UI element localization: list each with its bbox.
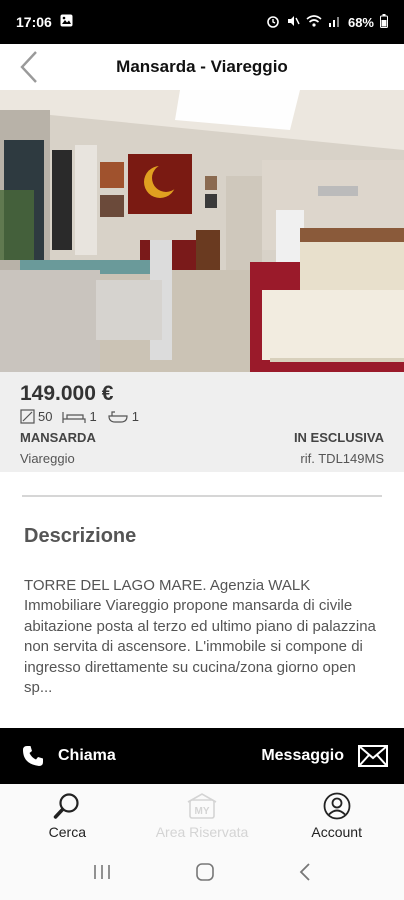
battery-icon: [380, 13, 388, 31]
phone-icon: [23, 746, 43, 766]
back-icon: [300, 862, 310, 881]
bathrooms-value: 1: [131, 409, 139, 424]
listing-info: 149.000 € 50 1 1 MANSARDA Viareggio IN E…: [0, 372, 404, 472]
my-area-icon: MY: [187, 793, 217, 819]
bottom-navigation: Cerca MY Area Riservata Account: [0, 784, 404, 848]
nav-label-cerca: Cerca: [48, 824, 87, 840]
alarm-icon: [266, 14, 280, 31]
message-label: Messaggio: [261, 747, 344, 764]
listing-features: 50 1 1: [20, 409, 139, 424]
system-navigation: [0, 848, 404, 900]
reference-code: rif. TDL149MS: [300, 451, 384, 466]
call-button[interactable]: Chiama: [22, 745, 116, 767]
wifi-icon: [306, 14, 322, 31]
gallery-notification-icon: [60, 14, 73, 30]
description-text: TORRE DEL LAGO MARE. Agenzia WALK Immobi…: [24, 577, 376, 697]
recent-apps-button[interactable]: [92, 863, 112, 886]
my-area-badge: MY: [195, 806, 210, 817]
status-bar: 17:06 68%: [0, 0, 404, 44]
back-button[interactable]: [12, 50, 46, 84]
bedroom-feature: 1: [62, 409, 97, 424]
mute-icon: [286, 14, 300, 31]
listing-price: 149.000 €: [20, 382, 114, 405]
recent-apps-icon: [93, 864, 110, 879]
message-button[interactable]: Messaggio: [261, 745, 388, 767]
chevron-left-icon: [20, 51, 37, 83]
property-type: MANSARDA: [20, 430, 96, 445]
area-feature: 50: [20, 409, 52, 424]
call-label: Chiama: [58, 747, 116, 764]
app-header: Mansarda - Viareggio: [0, 44, 404, 90]
nav-item-cerca[interactable]: Cerca: [0, 784, 135, 848]
property-city: Viareggio: [20, 451, 75, 466]
bed-icon: [62, 412, 87, 423]
bathroom-feature: 1: [107, 409, 139, 424]
search-icon: [54, 793, 79, 819]
home-icon: [196, 862, 214, 881]
bedrooms-value: 1: [89, 409, 97, 424]
nav-item-account[interactable]: Account: [269, 784, 404, 848]
area-icon: [20, 409, 35, 424]
area-value: 50: [38, 409, 53, 424]
contact-action-bar: Chiama Messaggio: [0, 728, 404, 784]
battery-level: 68%: [347, 14, 374, 30]
nav-item-area-riservata[interactable]: MY Area Riservata: [135, 784, 270, 848]
system-back-button[interactable]: [298, 862, 312, 887]
page-title: Mansarda - Viareggio: [116, 57, 288, 76]
listing-photo[interactable]: [0, 90, 404, 372]
section-divider: [22, 495, 382, 497]
bathtub-icon: [108, 411, 128, 423]
mail-icon: [358, 745, 388, 767]
signal-icon: [328, 14, 342, 31]
exclusive-badge: IN ESCLUSIVA: [293, 430, 384, 445]
description-title: Descrizione: [24, 525, 137, 547]
account-icon: [323, 792, 351, 820]
nav-label-account: Account: [311, 824, 362, 840]
status-time: 17:06: [16, 14, 52, 30]
nav-label-area-riservata: Area Riservata: [155, 824, 249, 840]
home-button[interactable]: [195, 862, 215, 887]
